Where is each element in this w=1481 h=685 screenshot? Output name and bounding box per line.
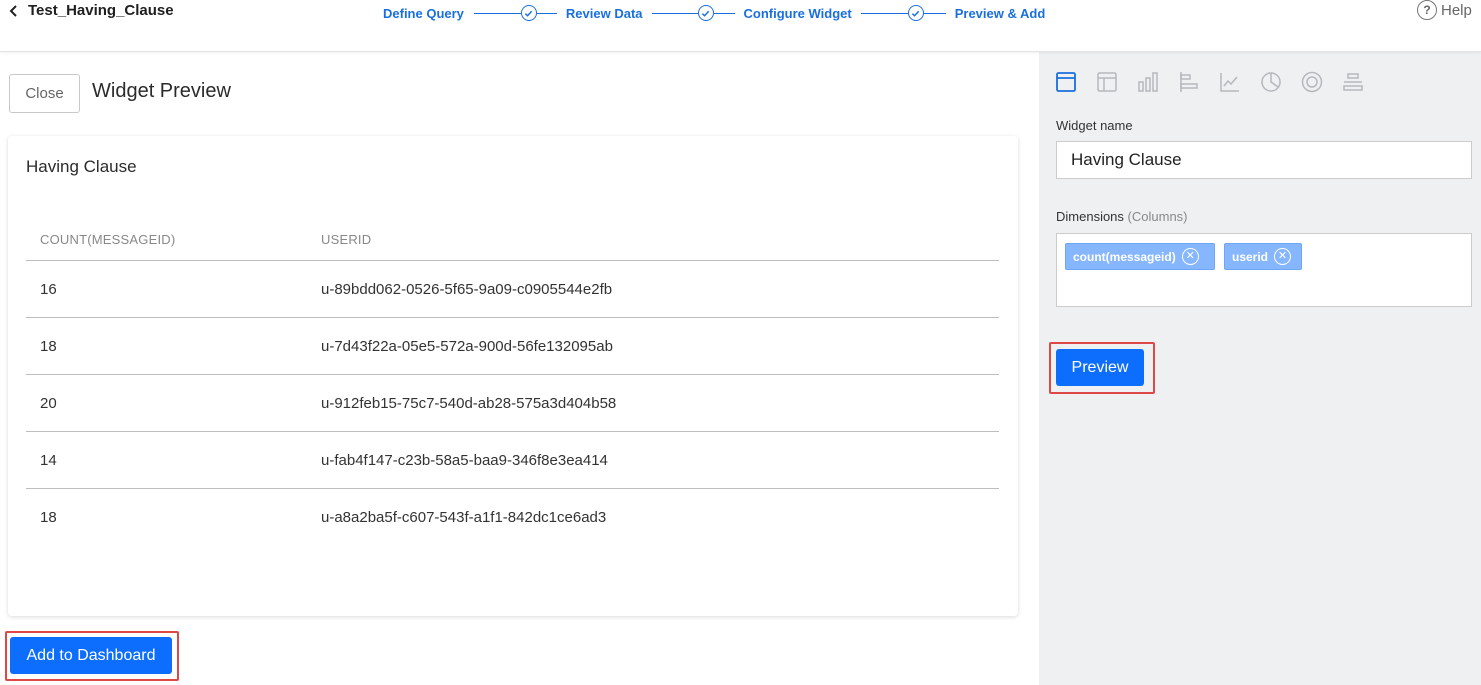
- widget-title: Having Clause: [26, 157, 137, 176]
- wizard-stepper: Define Query Review Data Configure Widge…: [383, 5, 1045, 21]
- step-define-query[interactable]: Define Query: [383, 6, 464, 21]
- step-connector: [651, 12, 698, 14]
- chevron-left-icon: [9, 4, 17, 17]
- pivot-table-icon[interactable]: [1096, 69, 1137, 95]
- step-connector: [536, 12, 557, 14]
- help-icon: ?: [1417, 0, 1437, 20]
- step-connector: [860, 12, 908, 14]
- preview-button[interactable]: Preview: [1056, 349, 1144, 386]
- table-row: 18 u-a8a2ba5f-c607-543f-a1f1-842dc1ce6ad…: [26, 489, 999, 546]
- widget-preview-card: Having Clause COUNT(MESSAGEID) USERID 16…: [8, 136, 1018, 616]
- step-connector: [923, 12, 946, 14]
- table-cell: 18: [40, 337, 57, 355]
- table-cell: u-7d43f22a-05e5-572a-900d-56fe132095ab: [321, 337, 613, 355]
- column-header[interactable]: COUNT(MESSAGEID): [26, 232, 321, 247]
- widget-name-input[interactable]: [1056, 141, 1472, 179]
- stacked-bar-icon[interactable]: [1342, 69, 1383, 95]
- close-button[interactable]: Close: [9, 74, 80, 113]
- line-chart-icon[interactable]: [1219, 69, 1260, 95]
- dimensions-label-text: Dimensions: [1056, 209, 1124, 224]
- step-connector: [713, 12, 735, 14]
- table-row: 16 u-89bdd062-0526-5f65-9a09-c0905544e2f…: [26, 261, 999, 318]
- table-widget-icon[interactable]: [1055, 69, 1096, 95]
- horizontal-bar-icon[interactable]: [1178, 69, 1219, 95]
- table-cell: u-912feb15-75c7-540d-ab28-575a3d404b58: [321, 394, 617, 412]
- dimensions-field[interactable]: count(messageid) ✕ userid ✕: [1056, 233, 1472, 307]
- column-header[interactable]: USERID: [321, 232, 999, 247]
- widget-name-label: Widget name: [1056, 118, 1133, 133]
- table-cell: 20: [40, 394, 57, 412]
- chip-label: userid: [1232, 249, 1269, 264]
- step-complete-icon: [520, 5, 537, 21]
- table-cell: 14: [40, 451, 57, 469]
- bar-chart-icon[interactable]: [1137, 69, 1178, 95]
- pie-chart-icon[interactable]: [1260, 69, 1301, 95]
- table-row: 14 u-fab4f147-c23b-58a5-baa9-346f8e3ea41…: [26, 432, 999, 489]
- dimension-chip[interactable]: userid ✕: [1224, 243, 1302, 270]
- add-to-dashboard-button[interactable]: Add to Dashboard: [10, 637, 172, 674]
- back-link[interactable]: Test_Having_Clause: [8, 2, 174, 19]
- step-preview-add[interactable]: Preview & Add: [955, 6, 1046, 21]
- step-review-data[interactable]: Review Data: [566, 6, 643, 21]
- configure-panel: Widget name Dimensions (Columns) count(m…: [1039, 52, 1481, 685]
- table-row: 18 u-7d43f22a-05e5-572a-900d-56fe132095a…: [26, 318, 999, 375]
- chip-label: count(messageid): [1073, 249, 1176, 264]
- table-row: 20 u-912feb15-75c7-540d-ab28-575a3d404b5…: [26, 375, 999, 432]
- data-table: COUNT(MESSAGEID) USERID 16 u-89bdd062-05…: [26, 218, 999, 546]
- dimensions-label: Dimensions (Columns): [1056, 209, 1188, 224]
- donut-chart-icon[interactable]: [1301, 69, 1342, 95]
- preview-area: Close Widget Preview Having Clause COUNT…: [0, 52, 1039, 685]
- page-title: Widget Preview: [92, 80, 231, 102]
- dimension-chip[interactable]: count(messageid) ✕: [1065, 243, 1215, 270]
- table-header: COUNT(MESSAGEID) USERID: [26, 218, 999, 261]
- table-cell: 18: [40, 509, 57, 526]
- remove-chip-icon[interactable]: ✕: [1181, 248, 1199, 265]
- table-cell: u-89bdd062-0526-5f65-9a09-c0905544e2fb: [321, 280, 613, 298]
- help-link[interactable]: ? Help: [1417, 0, 1472, 20]
- top-header: Test_Having_Clause Define Query Review D…: [0, 0, 1481, 52]
- step-configure-widget[interactable]: Configure Widget: [744, 6, 852, 21]
- remove-chip-icon[interactable]: ✕: [1274, 248, 1292, 265]
- step-connector: [473, 12, 521, 14]
- widget-type-selector: [1055, 69, 1383, 95]
- help-label: Help: [1441, 1, 1472, 19]
- table-cell: u-fab4f147-c23b-58a5-baa9-346f8e3ea414: [321, 451, 608, 469]
- query-title: Test_Having_Clause: [28, 2, 174, 19]
- dimensions-sublabel: (Columns): [1127, 209, 1188, 224]
- table-cell: 16: [40, 280, 57, 298]
- table-cell: u-a8a2ba5f-c607-543f-a1f1-842dc1ce6ad3: [321, 509, 607, 526]
- step-complete-icon: [697, 5, 714, 21]
- step-complete-icon: [907, 5, 924, 21]
